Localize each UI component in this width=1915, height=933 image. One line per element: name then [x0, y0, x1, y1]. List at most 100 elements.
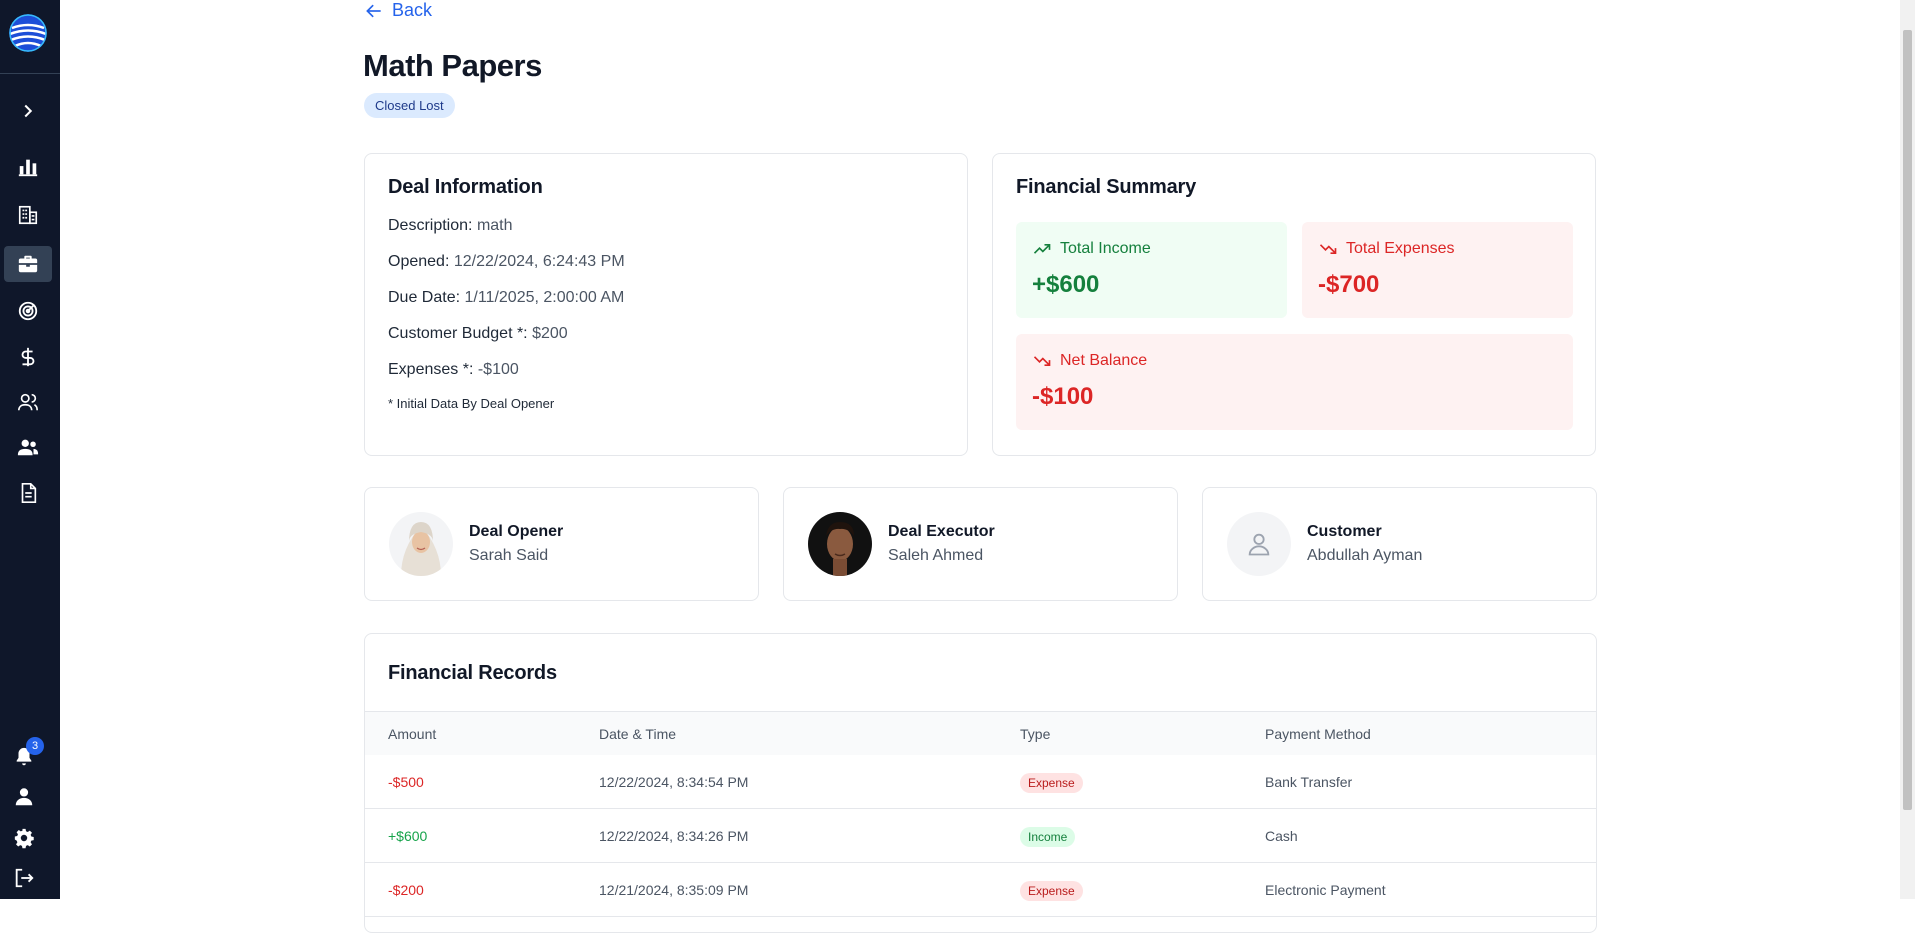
notifications-button[interactable]: 3 — [6, 737, 44, 773]
trending-up-icon — [1033, 244, 1051, 254]
sidebar: 3 — [0, 0, 60, 899]
deal-executor-avatar — [808, 512, 872, 576]
trending-down-icon — [1319, 244, 1337, 254]
info-row-expenses: Expenses *: -$100 — [388, 360, 944, 396]
scrollbar-thumb[interactable] — [1903, 30, 1912, 810]
info-label: Customer Budget *: — [388, 325, 528, 342]
deal-opener-avatar — [389, 512, 453, 576]
initial-data-note: * Initial Data By Deal Opener — [388, 396, 555, 411]
arrow-left-icon — [366, 4, 381, 17]
user-placeholder-icon — [1248, 533, 1270, 556]
profile-button[interactable] — [6, 781, 42, 813]
total-income-value: +$600 — [1032, 271, 1100, 298]
financial-records-table: Amount Date & Time Type Payment Method -… — [365, 711, 1596, 917]
user-icon — [15, 788, 33, 806]
info-label: Due Date: — [388, 289, 461, 306]
column-header-type[interactable]: Type — [1020, 726, 1050, 742]
dollar-icon — [21, 347, 35, 367]
sidebar-item-users[interactable] — [4, 384, 52, 420]
info-row-due-date: Due Date: 1/11/2025, 2:00:00 AM — [388, 288, 944, 324]
table-header: Amount Date & Time Type Payment Method — [365, 711, 1596, 755]
financial-summary-title: Financial Summary — [1016, 176, 1196, 198]
sidebar-item-documents[interactable] — [4, 475, 52, 511]
record-amount: +$600 — [388, 827, 428, 844]
record-amount: -$200 — [388, 881, 424, 898]
record-payment-method: Cash — [1265, 827, 1298, 844]
sidebar-divider — [0, 73, 60, 74]
gear-icon — [14, 828, 34, 849]
total-expenses-box: Total Expenses -$700 — [1302, 222, 1573, 318]
financial-summary-card: Financial Summary Total Income +$600 Tot… — [992, 153, 1596, 456]
page-title: Math Papers — [363, 48, 542, 83]
settings-button[interactable] — [6, 822, 42, 854]
bar-chart-icon — [18, 159, 38, 177]
info-value: $200 — [532, 325, 568, 342]
total-expenses-value: -$700 — [1318, 271, 1380, 298]
chevron-right-icon — [24, 104, 33, 118]
record-amount: -$500 — [388, 773, 424, 790]
logout-button[interactable] — [6, 862, 42, 894]
record-date: 12/21/2024, 8:35:09 PM — [599, 881, 749, 898]
target-icon — [18, 301, 38, 321]
total-income-box: Total Income +$600 — [1016, 222, 1287, 318]
net-balance-value: -$100 — [1032, 383, 1094, 410]
info-row-description: Description: math — [388, 216, 944, 252]
financial-records-card: Financial Records Amount Date & Time Typ… — [364, 633, 1597, 933]
briefcase-icon — [18, 255, 38, 273]
record-payment-method: Bank Transfer — [1265, 773, 1353, 790]
deal-executor-name: Saleh Ahmed — [888, 547, 984, 564]
net-balance-label: Net Balance — [1060, 352, 1148, 369]
status-badge: Closed Lost — [364, 93, 455, 118]
column-header-payment-method[interactable]: Payment Method — [1265, 726, 1371, 742]
info-label: Expenses *: — [388, 361, 474, 378]
back-label: Back — [392, 0, 433, 20]
info-value: -$100 — [477, 361, 519, 378]
table-row[interactable]: +$600 12/22/2024, 8:34:26 PM Income Cash — [365, 809, 1596, 863]
expand-sidebar-button[interactable] — [4, 93, 52, 129]
sidebar-item-companies[interactable] — [4, 197, 52, 233]
app-logo[interactable] — [9, 14, 47, 52]
total-expenses-label: Total Expenses — [1346, 240, 1455, 257]
record-payment-method: Electronic Payment — [1265, 881, 1386, 898]
record-date: 12/22/2024, 8:34:54 PM — [599, 773, 749, 790]
record-type-badge: Expense — [1020, 880, 1083, 901]
deal-executor-role: Deal Executor — [888, 523, 995, 540]
info-label: Description: — [388, 217, 473, 234]
sidebar-item-dashboard[interactable] — [4, 149, 52, 185]
deal-opener-card: Deal Opener Sarah Said — [364, 487, 759, 601]
building-icon — [18, 205, 38, 225]
customer-name: Abdullah Ayman — [1307, 547, 1423, 564]
sidebar-item-deals[interactable] — [4, 246, 52, 282]
customer-avatar — [1227, 512, 1291, 576]
column-header-date[interactable]: Date & Time — [599, 726, 676, 742]
financial-records-title: Financial Records — [388, 662, 557, 684]
notification-count-badge: 3 — [26, 737, 44, 755]
info-value: math — [476, 217, 513, 234]
record-type-badge: Expense — [1020, 772, 1083, 793]
deal-executor-card: Deal Executor Saleh Ahmed — [783, 487, 1178, 601]
document-icon — [21, 483, 37, 503]
trending-down-icon — [1033, 356, 1051, 366]
sidebar-item-targets[interactable] — [4, 293, 52, 329]
table-row[interactable]: -$500 12/22/2024, 8:34:54 PM Expense Ban… — [365, 755, 1596, 809]
deal-information-card: Deal Information Description: math Opene… — [364, 153, 968, 456]
deal-information-title: Deal Information — [388, 176, 543, 198]
info-row-opened: Opened: 12/22/2024, 6:24:43 PM — [388, 252, 944, 288]
column-header-amount[interactable]: Amount — [388, 726, 436, 742]
sidebar-item-finance[interactable] — [4, 339, 52, 375]
info-label: Opened: — [388, 253, 450, 270]
deal-opener-name: Sarah Said — [469, 547, 549, 564]
deal-opener-role: Deal Opener — [469, 523, 564, 540]
total-income-label: Total Income — [1060, 240, 1151, 257]
team-icon — [17, 439, 39, 456]
info-value: 12/22/2024, 6:24:43 PM — [453, 253, 625, 270]
back-link[interactable]: Back — [364, 0, 432, 21]
info-row-customer-budget: Customer Budget *: $200 — [388, 324, 944, 360]
page-scrollbar[interactable] — [1900, 0, 1915, 899]
sidebar-item-team[interactable] — [4, 429, 52, 465]
table-row[interactable]: -$200 12/21/2024, 8:35:09 PM Expense Ele… — [365, 863, 1596, 917]
info-value: 1/11/2025, 2:00:00 AM — [464, 289, 625, 306]
customer-role: Customer — [1307, 523, 1382, 540]
users-icon — [18, 393, 38, 411]
customer-card: Customer Abdullah Ayman — [1202, 487, 1597, 601]
